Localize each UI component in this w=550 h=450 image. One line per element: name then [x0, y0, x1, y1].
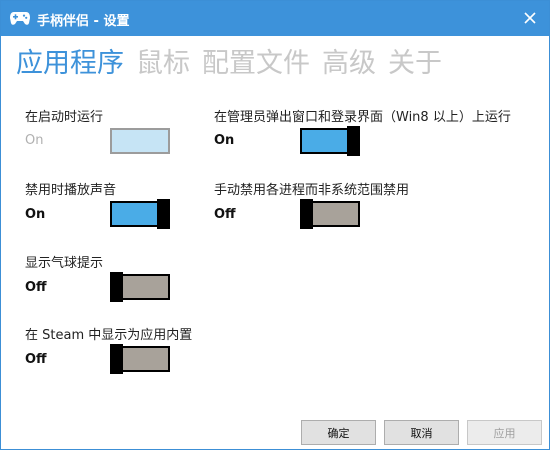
- apply-button[interactable]: 应用: [467, 420, 542, 445]
- tab-mouse[interactable]: 鼠标: [136, 45, 190, 85]
- toggle-thumb: [110, 272, 123, 302]
- tab-applications[interactable]: 应用程序: [16, 45, 124, 85]
- setting-manual-disable-per-process: 手动禁用各进程而非系统范围禁用 Off: [214, 179, 544, 229]
- setting-label: 禁用时播放声音: [25, 183, 117, 198]
- state-text: Off: [214, 207, 236, 222]
- setting-run-at-startup: 在启动时运行 On: [25, 106, 185, 156]
- tab-bar: 应用程序 鼠标 配置文件 高级 关于: [16, 45, 442, 85]
- setting-run-above-admin: 在管理员弹出窗口和登录界面（Win8 以上）上运行 On: [214, 106, 544, 156]
- toggle-track: [110, 128, 170, 154]
- steam-builtin-toggle[interactable]: [110, 344, 170, 374]
- title-bar[interactable]: 手柄伴侣 - 设置: [1, 1, 549, 36]
- toggle-thumb: [157, 199, 170, 229]
- setting-label: 手动禁用各进程而非系统范围禁用: [214, 183, 410, 198]
- toggle-thumb: [110, 344, 123, 374]
- show-balloon-tips-toggle[interactable]: [110, 272, 170, 302]
- state-text: Off: [25, 352, 47, 367]
- sound-on-disable-toggle[interactable]: [110, 199, 170, 229]
- run-above-admin-toggle[interactable]: [300, 126, 360, 156]
- setting-show-balloon-tips: 显示气球提示 Off: [25, 252, 185, 302]
- state-text: On: [25, 133, 44, 148]
- window-title: 手柄伴侣 - 设置: [37, 14, 130, 29]
- setting-sound-on-disable: 禁用时播放声音 On: [25, 179, 185, 229]
- tab-about[interactable]: 关于: [388, 45, 442, 85]
- tab-profiles[interactable]: 配置文件: [202, 45, 310, 85]
- toggle-thumb: [347, 126, 360, 156]
- state-text: Off: [25, 280, 47, 295]
- run-at-startup-toggle[interactable]: [110, 128, 170, 154]
- toggle-thumb: [300, 199, 313, 229]
- close-button[interactable]: [517, 6, 543, 30]
- setting-label: 显示气球提示: [25, 256, 104, 271]
- cancel-button[interactable]: 取消: [384, 420, 459, 445]
- setting-label: 在管理员弹出窗口和登录界面（Win8 以上）上运行: [214, 110, 511, 125]
- gamepad-icon: [9, 9, 31, 27]
- tab-advanced[interactable]: 高级: [322, 45, 376, 85]
- setting-label: 在 Steam 中显示为应用内置: [25, 328, 193, 343]
- state-text: On: [214, 133, 235, 148]
- ok-button[interactable]: 确定: [301, 420, 376, 445]
- close-icon: [524, 12, 536, 24]
- state-text: On: [25, 207, 46, 222]
- settings-window: 手柄伴侣 - 设置 应用程序 鼠标 配置文件 高级 关于 在启动时运行 On 禁…: [0, 0, 550, 450]
- setting-steam-builtin: 在 Steam 中显示为应用内置 Off: [25, 324, 225, 374]
- manual-disable-per-process-toggle[interactable]: [300, 199, 360, 229]
- setting-label: 在启动时运行: [25, 110, 104, 125]
